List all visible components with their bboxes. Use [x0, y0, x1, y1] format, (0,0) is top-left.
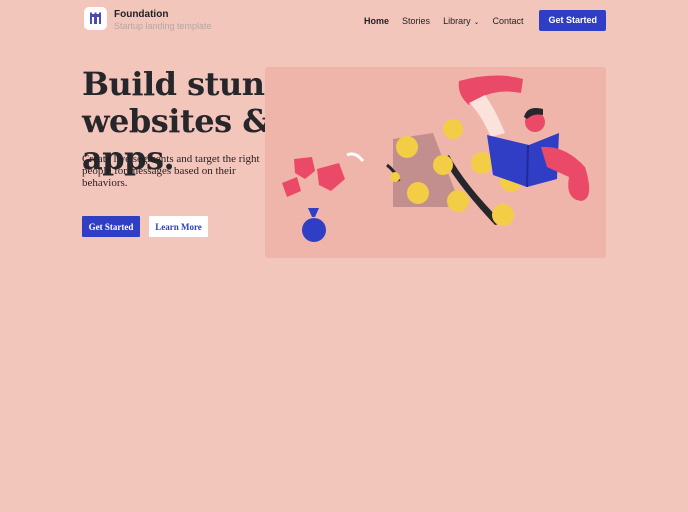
coin: [433, 155, 453, 175]
brand-tagline: Startup landing template: [114, 21, 212, 31]
sleeve-shape: [469, 95, 505, 137]
pink-shape: [317, 163, 345, 191]
brand-name: Foundation: [114, 9, 169, 20]
ring-top: [308, 208, 319, 217]
coin: [492, 204, 514, 226]
coin: [396, 136, 418, 158]
main-nav: Home Stories Library ⌄ Contact Get Starte…: [364, 10, 606, 31]
site-header: Foundation Startup landing template Home…: [84, 7, 606, 33]
coin: [471, 152, 493, 174]
chevron-down-icon: ⌄: [473, 18, 480, 26]
nav-stories[interactable]: Stories: [402, 16, 430, 26]
coin: [407, 182, 429, 204]
coin: [447, 190, 469, 212]
nav-get-started-button[interactable]: Get Started: [539, 10, 606, 31]
get-started-button[interactable]: Get Started: [82, 216, 140, 237]
pink-shape: [282, 177, 301, 197]
nav-contact[interactable]: Contact: [492, 16, 523, 26]
arm-shape: [458, 75, 523, 105]
hero-illustration: [282, 75, 590, 242]
nav-library-label: Library: [443, 15, 471, 26]
nav-home[interactable]: Home: [364, 16, 389, 26]
logo[interactable]: [84, 7, 107, 30]
white-stroke: [346, 152, 365, 162]
pink-shape: [294, 157, 315, 179]
book-spine: [526, 144, 529, 188]
coin: [443, 119, 463, 139]
blue-ring: [302, 218, 326, 242]
castle-icon: [90, 12, 101, 24]
learn-more-button[interactable]: Learn More: [149, 216, 208, 237]
coin: [390, 172, 400, 182]
nav-library[interactable]: Library ⌄: [443, 16, 479, 26]
hero-subtitle: Create live segments and target the righ…: [82, 153, 260, 189]
